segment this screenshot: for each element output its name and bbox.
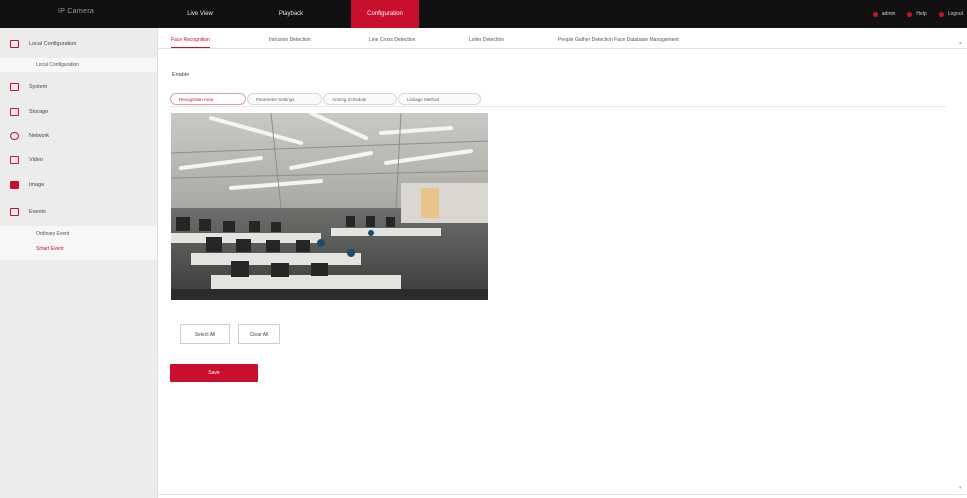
- sidebar-item-label: Storage: [29, 109, 49, 115]
- help-link[interactable]: Help: [907, 11, 927, 17]
- sidebar-item-label: Video: [29, 157, 43, 163]
- tab-intrusion-detection[interactable]: Intrusion Detection: [269, 34, 311, 47]
- sidebar-subitem-local-configuration[interactable]: Local Configuration: [36, 59, 79, 71]
- sidebar-item-events[interactable]: Events: [0, 200, 157, 224]
- scroll-down-icon[interactable]: ▾: [959, 485, 964, 491]
- sidebar-item-video[interactable]: Video: [0, 148, 157, 172]
- logout-label: Logout: [947, 11, 963, 17]
- events-icon: [10, 208, 19, 216]
- pill-recognition-area[interactable]: Recognition Area: [170, 93, 246, 105]
- nav-configuration[interactable]: Configuration: [351, 0, 419, 28]
- pill-parameter-settings[interactable]: Parameter Settings: [247, 93, 322, 105]
- save-button[interactable]: Save: [170, 364, 258, 382]
- brand-logo: IP Camera: [58, 8, 95, 15]
- sidebar-item-network[interactable]: Network: [0, 124, 157, 148]
- system-icon: [10, 83, 19, 91]
- video-icon: [10, 156, 19, 164]
- enable-label[interactable]: Enable: [172, 72, 189, 78]
- footer-divider: [158, 494, 967, 495]
- sidebar-item-image[interactable]: Image: [0, 173, 157, 197]
- select-all-button[interactable]: Select All: [180, 324, 230, 344]
- image-icon: [10, 181, 19, 189]
- help-icon: [907, 11, 913, 17]
- live-video-preview[interactable]: [171, 113, 488, 300]
- office-scene-image: [171, 113, 488, 300]
- user-label: admin: [881, 11, 896, 17]
- sidebar-item-local-configuration[interactable]: Local Configuration: [0, 32, 157, 56]
- help-label: Help: [916, 11, 927, 17]
- sidebar-item-storage[interactable]: Storage: [0, 100, 157, 124]
- tab-line-cross-detection[interactable]: Line Cross Detection: [369, 34, 415, 47]
- logout-link[interactable]: Logout: [938, 11, 963, 17]
- sidebar-item-label: Image: [29, 182, 45, 188]
- tab-face-recognition[interactable]: Face Recognition: [171, 34, 210, 48]
- monitor-icon: [10, 40, 19, 48]
- sidebar-subitem-smart-event[interactable]: Smart Event: [36, 243, 64, 255]
- sidebar: Local Configuration Local Configuration …: [0, 28, 158, 498]
- sidebar-item-label: Network: [29, 133, 50, 139]
- sidebar-item-label: Events: [29, 209, 46, 215]
- scroll-up-icon[interactable]: ▴: [959, 40, 964, 46]
- sidebar-item-label: System: [29, 84, 48, 90]
- user-icon: [872, 11, 878, 17]
- logout-icon: [938, 11, 944, 17]
- top-navigation-bar: IP Camera Live View Playback Configurati…: [0, 0, 967, 28]
- pill-linkage-method[interactable]: Linkage Method: [398, 93, 481, 105]
- storage-icon: [10, 108, 19, 116]
- tab-people-gather-face-db[interactable]: People Gather Detection Face Database Ma…: [558, 34, 679, 47]
- sidebar-subitem-ordinary-event[interactable]: Ordinary Event: [36, 228, 69, 240]
- nav-playback[interactable]: Playback: [261, 0, 321, 28]
- sidebar-item-system[interactable]: System: [0, 75, 157, 99]
- pill-arming-schedule[interactable]: Arming Schedule: [323, 93, 397, 105]
- top-right-menu: admin Help Logout: [872, 0, 963, 28]
- event-tabs: Face Recognition Intrusion Detection Lin…: [158, 34, 967, 49]
- network-icon: [10, 132, 19, 140]
- user-menu[interactable]: admin: [872, 11, 896, 17]
- sidebar-item-label: Local Configuration: [29, 41, 77, 47]
- nav-live-view[interactable]: Live View: [170, 0, 230, 28]
- sidebar-subgroup-bg: [0, 226, 157, 260]
- divider: [170, 106, 946, 107]
- tab-loiter-detection[interactable]: Loiter Detection: [469, 34, 504, 47]
- clear-all-button[interactable]: Clear All: [238, 324, 280, 344]
